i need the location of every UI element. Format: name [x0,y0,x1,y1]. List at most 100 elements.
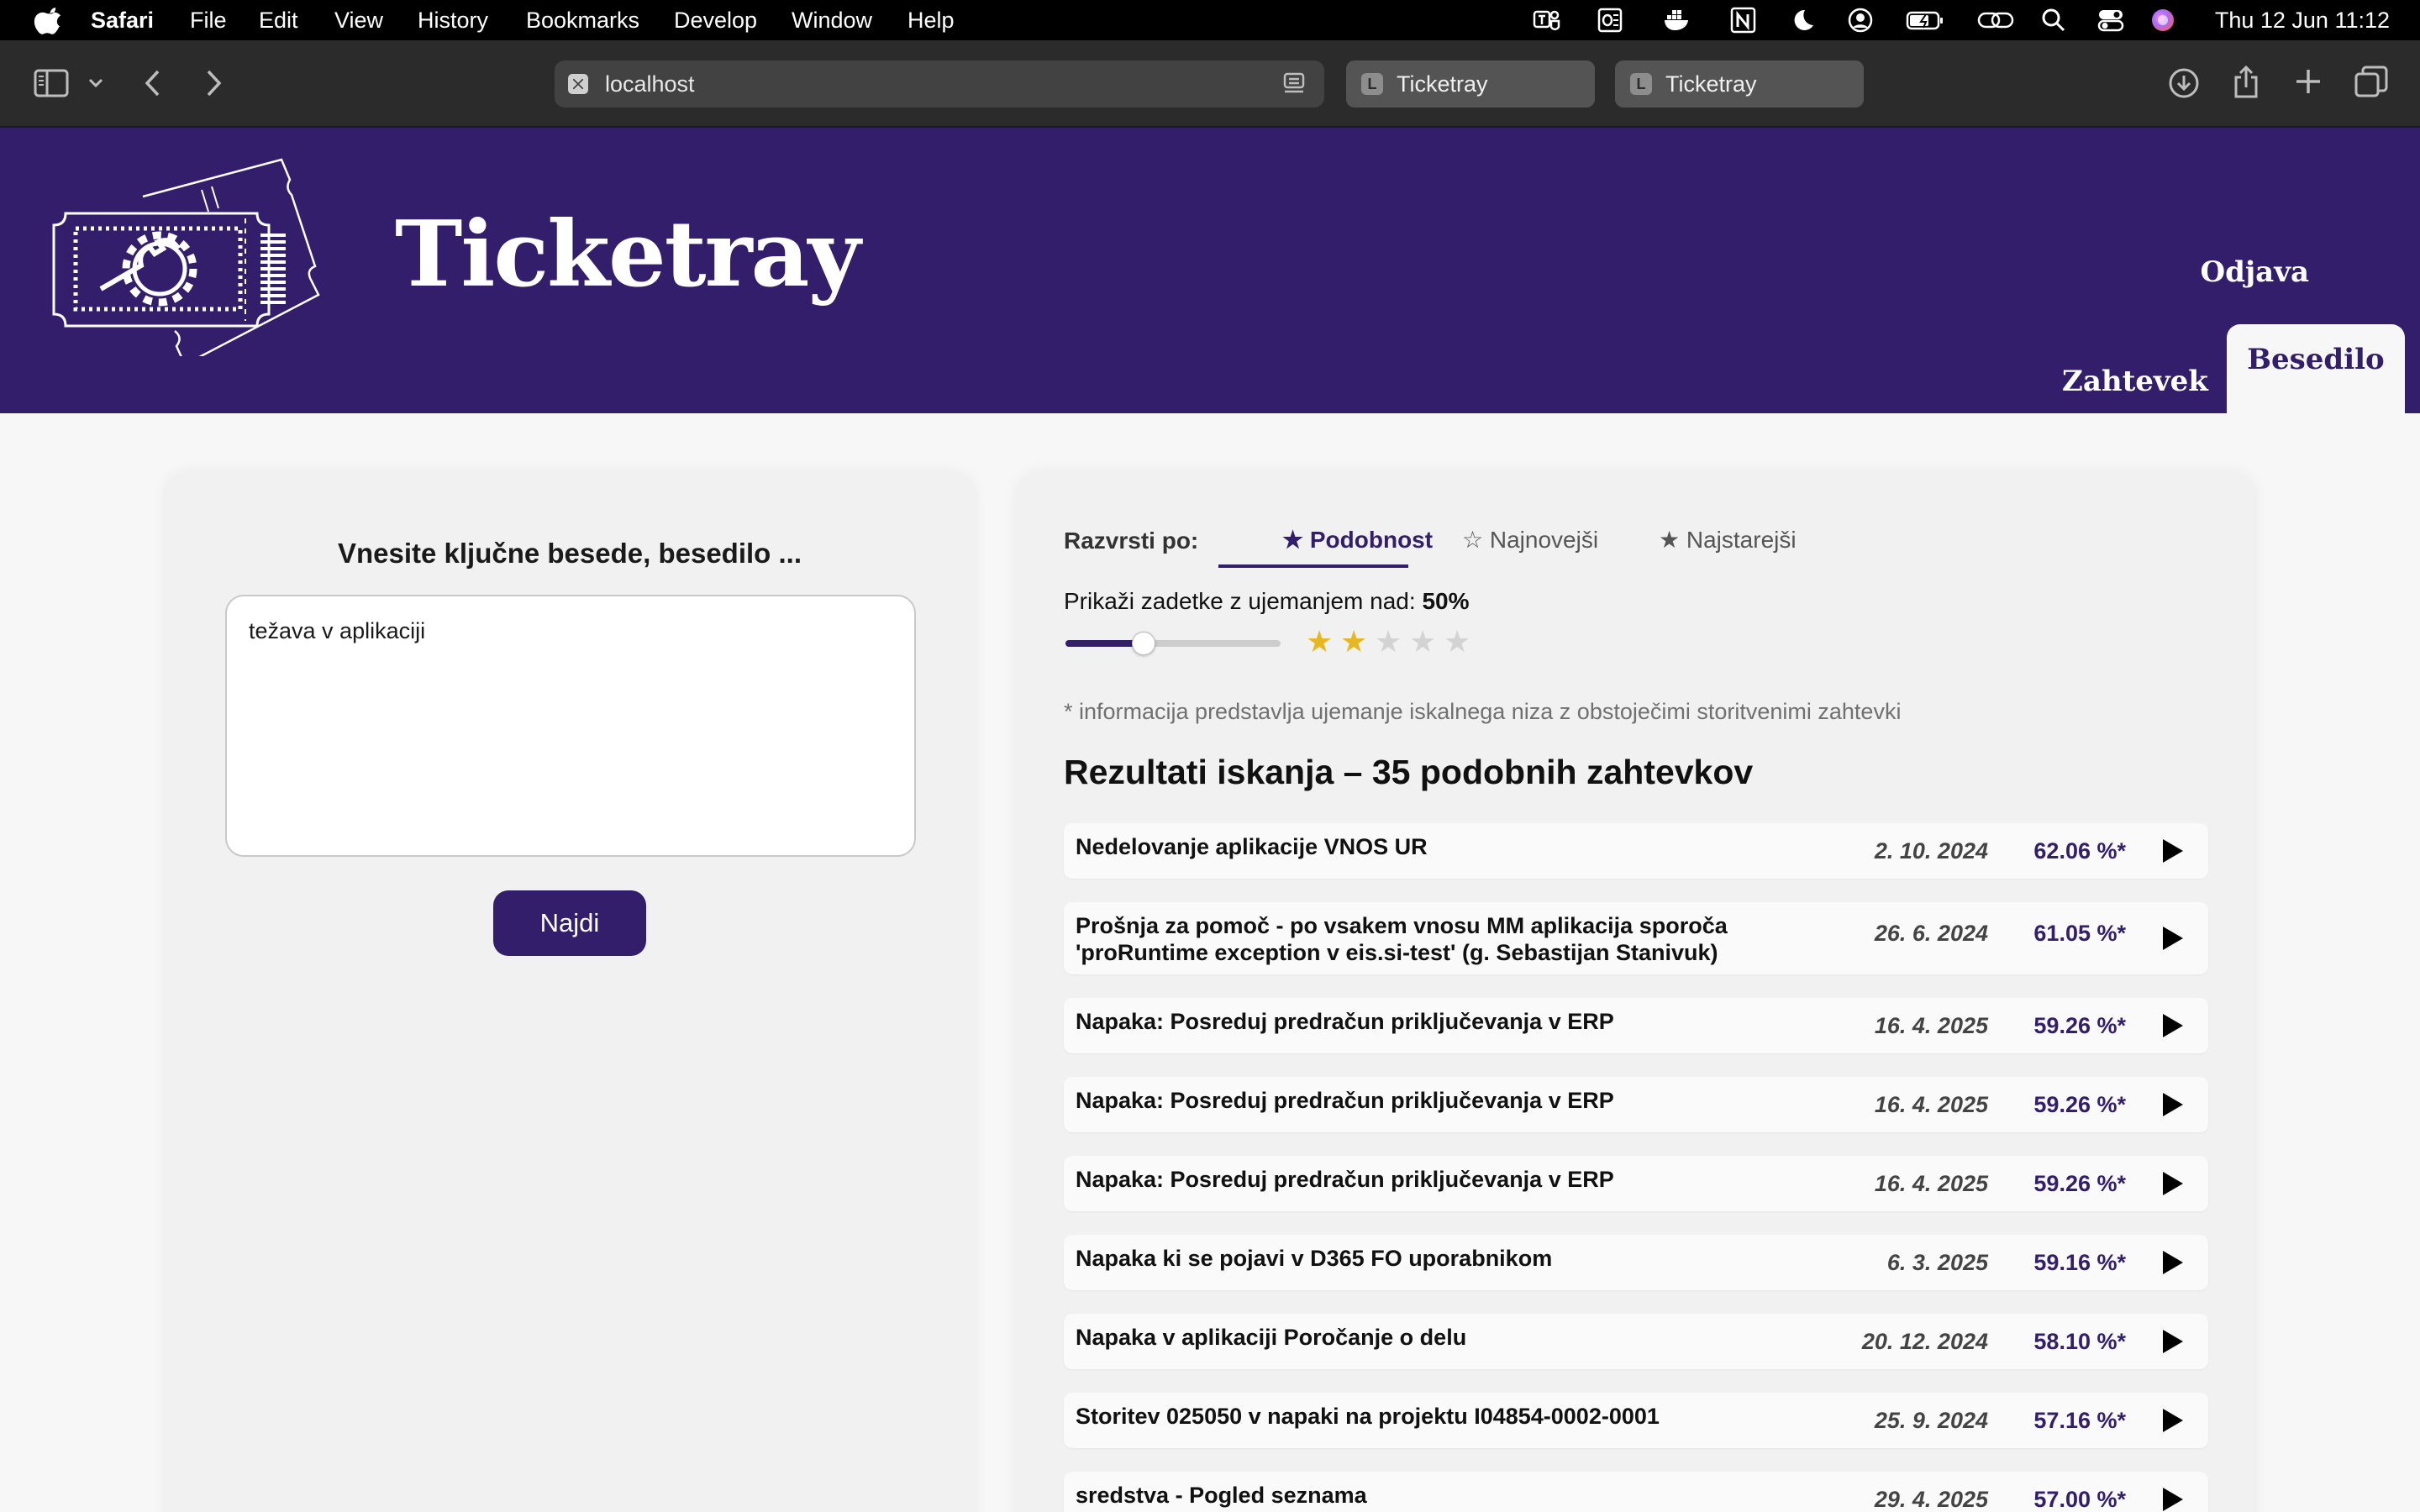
moon-icon[interactable] [1786,7,1817,34]
info-note: * informacija predstavlja ujemanje iskal… [1064,699,1902,724]
apple-icon[interactable] [34,5,62,35]
reader-icon[interactable] [1282,72,1307,96]
sort-option-similarity[interactable]: ★ Podobnost [1282,526,1433,554]
menu-history[interactable]: History [418,0,488,40]
chevron-down-icon[interactable] [87,77,104,89]
address-text[interactable]: localhost [605,60,695,108]
battery-icon[interactable] [1906,7,1944,34]
notion-icon[interactable] [1728,7,1758,34]
threshold-slider[interactable] [1065,628,1281,659]
new-tab-icon[interactable] [2294,67,2323,96]
play-icon[interactable] [2163,1330,2183,1353]
menu-file[interactable]: File [190,0,227,40]
threshold-label-text: Prikaži zadetke z ujemanjem nad: [1064,588,1416,614]
play-icon[interactable] [2163,1488,2183,1511]
browser-tab-2[interactable]: L Ticketray [1615,60,1864,108]
sort-option-oldest[interactable]: ★ Najstarejši [1659,526,1797,554]
menu-window[interactable]: Window [792,0,872,40]
result-title[interactable]: Napaka: Posreduj predračun priključevanj… [1076,1166,1798,1193]
result-score: 62.06 %* [2033,838,2126,864]
search-textarea[interactable] [225,595,916,857]
star-icon: ★ [1444,624,1471,659]
tab-favicon: L [1361,73,1383,95]
result-row[interactable]: Storitev 025050 v napaki na projektu I04… [1064,1393,2208,1448]
play-icon[interactable] [2163,1172,2183,1195]
ticket-logo-icon[interactable] [50,155,336,356]
play-icon[interactable] [2163,1014,2183,1037]
menubar-clock[interactable]: Thu 12 Jun 11:12 [2215,0,2390,40]
result-title[interactable]: Napaka: Posreduj predračun priključevanj… [1076,1008,1798,1035]
tab-zahtevek[interactable]: Zahtevek [2062,365,2208,398]
menu-edit[interactable]: Edit [259,0,298,40]
result-row[interactable]: Napaka: Posreduj predračun priključevanj… [1064,1156,2208,1211]
result-title[interactable]: sredstva - Pogled seznama [1076,1482,1798,1509]
result-row[interactable]: Prošnja za pomoč - po vsakem vnosu MM ap… [1064,902,2208,974]
result-score: 59.16 %* [2033,1250,2126,1275]
result-row[interactable]: Nedelovanje aplikacije VNOS UR 2. 10. 202… [1064,823,2208,879]
result-date: 20. 12. 2024 [1861,1329,1988,1354]
result-row[interactable]: Napaka: Posreduj predračun priključevanj… [1064,1077,2208,1132]
threshold-value: 50% [1422,588,1470,614]
results-panel: Razvrsti po: ★ Podobnost ☆ Najnovejši ★ … [1017,472,2255,1512]
result-date: 16. 4. 2025 [1874,1013,1988,1038]
play-icon[interactable] [2163,839,2183,863]
menu-view[interactable]: View [334,0,383,40]
sort-option-newest[interactable]: ☆ Najnovejši [1462,526,1598,554]
tab-title: Ticketray [1397,71,1488,97]
result-title[interactable]: Napaka: Posreduj predračun priključevanj… [1076,1087,1798,1114]
teams-icon[interactable] [1531,7,1561,34]
tab-overview-icon[interactable] [2354,66,2388,97]
share-icon[interactable] [2232,64,2260,99]
play-icon[interactable] [2163,1251,2183,1274]
search-prompt: Vnesite ključne besede, besedilo ... [337,538,802,569]
menu-app-safari[interactable]: Safari [91,0,154,40]
result-title[interactable]: Storitev 025050 v napaki na projektu I04… [1076,1403,1798,1430]
star-icon: ★ [1306,624,1334,659]
sidebar-icon[interactable] [34,69,69,97]
star-icon: ★ [1375,624,1402,659]
tab-title: Ticketray [1665,71,1757,97]
result-score: 61.05 %* [2033,921,2126,946]
result-date: 26. 6. 2024 [1874,921,1988,946]
user-circle-icon[interactable] [1845,7,1876,34]
docker-icon[interactable] [1662,7,1692,34]
result-title[interactable]: Napaka ki se pojavi v D365 FO uporabniko… [1076,1245,1798,1272]
result-title[interactable]: Napaka v aplikaciji Poročanje o delu [1076,1324,1798,1351]
back-icon[interactable] [143,69,163,97]
result-date: 6. 3. 2025 [1886,1250,1988,1275]
tab-favicon: L [1630,73,1652,95]
link-icon[interactable] [1976,7,2015,34]
result-score: 59.26 %* [2033,1013,2126,1038]
forward-icon[interactable] [203,69,224,97]
star-icon: ★ [1340,624,1368,659]
control-center-icon[interactable] [2096,7,2126,34]
play-icon[interactable] [2163,1409,2183,1432]
result-title[interactable]: Prošnja za pomoč - po vsakem vnosu MM ap… [1076,912,1798,966]
logout-link[interactable]: Odjava [2200,255,2309,289]
result-row[interactable]: Napaka v aplikaciji Poročanje o delu 20. … [1064,1314,2208,1369]
address-bar[interactable]: localhost [555,60,1324,108]
result-title[interactable]: Nedelovanje aplikacije VNOS UR [1076,833,1798,860]
menu-develop[interactable]: Develop [674,0,757,40]
app-header: Ticketray Odjava Zahtevek Besedilo [0,128,2420,413]
find-button[interactable]: Najdi [493,890,646,956]
result-score: 59.26 %* [2033,1092,2126,1117]
play-icon[interactable] [2163,1093,2183,1116]
play-icon[interactable] [2163,927,2183,950]
result-score: 59.26 %* [2033,1171,2126,1196]
tab-besedilo[interactable]: Besedilo [2227,324,2405,413]
result-row[interactable]: Napaka: Posreduj predračun priključevanj… [1064,998,2208,1053]
browser-tab-1[interactable]: L Ticketray [1346,60,1595,108]
download-icon[interactable] [2168,67,2200,99]
result-row[interactable]: Napaka ki se pojavi v D365 FO uporabniko… [1064,1235,2208,1290]
search-icon[interactable] [2039,7,2069,34]
result-row[interactable]: sredstva - Pogled seznama 29. 4. 2025 57.0… [1064,1472,2208,1512]
menu-help[interactable]: Help [908,0,955,40]
outlook-icon[interactable] [1595,7,1625,34]
result-date: 16. 4. 2025 [1874,1171,1988,1196]
star-icon: ★ [1409,624,1437,659]
result-date: 2. 10. 2024 [1874,838,1988,864]
siri-icon[interactable] [2148,7,2178,34]
slider-thumb[interactable] [1132,632,1155,655]
menu-bookmarks[interactable]: Bookmarks [526,0,639,40]
